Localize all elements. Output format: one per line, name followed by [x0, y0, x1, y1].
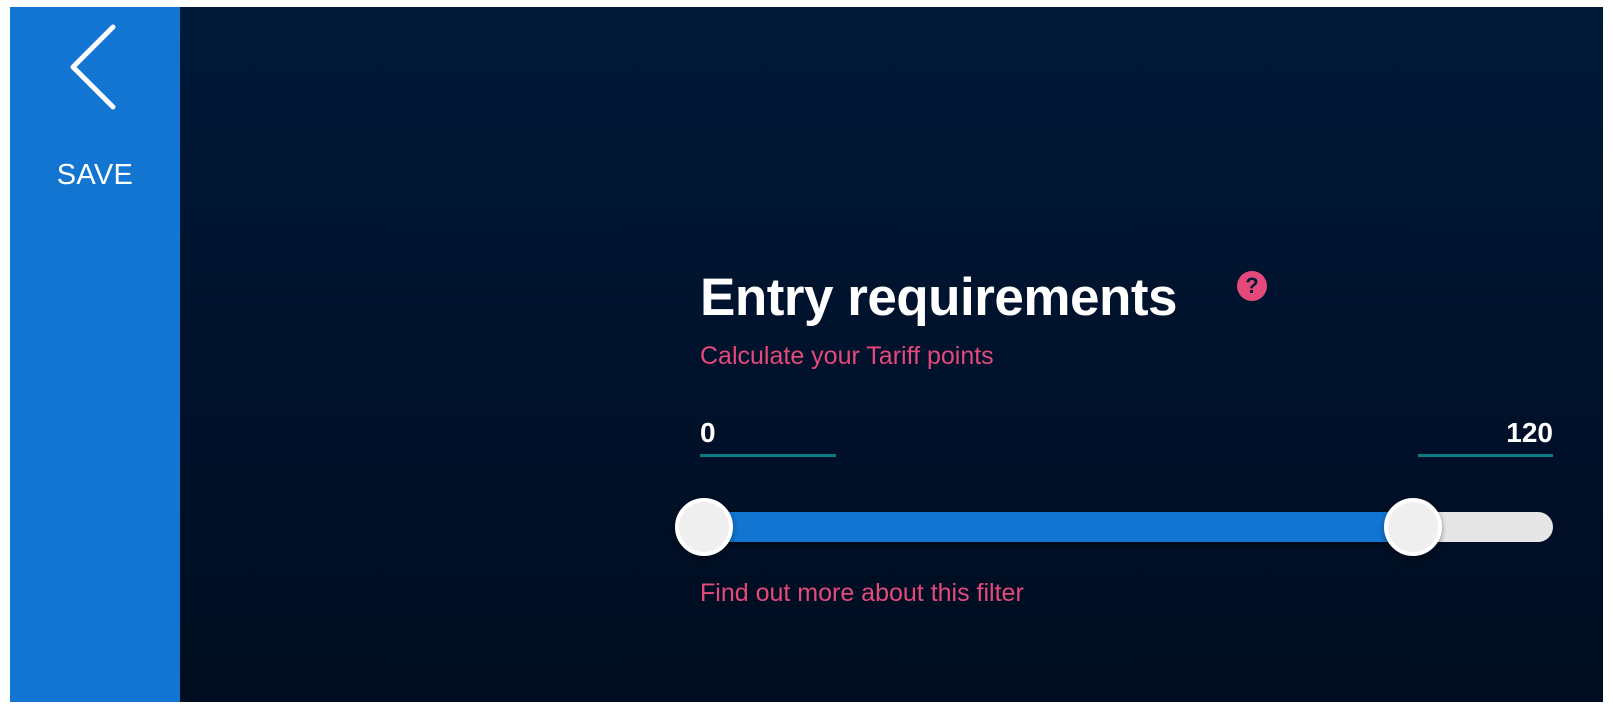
sidebar: SAVE: [10, 7, 180, 702]
page-title: Entry requirements: [700, 268, 1177, 327]
max-value-field[interactable]: 120: [1418, 417, 1553, 457]
slider-min-handle[interactable]: [675, 498, 733, 556]
back-button[interactable]: [55, 21, 135, 111]
chevron-left-icon: [70, 24, 116, 110]
find-out-more-link[interactable]: Find out more about this filter: [700, 579, 1024, 608]
filter-panel: SAVE Entry requirements ? Calculate your…: [10, 7, 1603, 702]
slider-max-handle[interactable]: [1383, 498, 1442, 556]
range-slider-fill: [704, 512, 1413, 542]
min-value-field[interactable]: 0: [700, 417, 836, 457]
save-button[interactable]: SAVE: [10, 159, 180, 192]
calculate-tariff-link[interactable]: Calculate your Tariff points: [700, 342, 994, 371]
help-icon[interactable]: ?: [1237, 271, 1267, 301]
entry-requirements-filter: Entry requirements ? Calculate your Tari…: [675, 267, 1580, 627]
